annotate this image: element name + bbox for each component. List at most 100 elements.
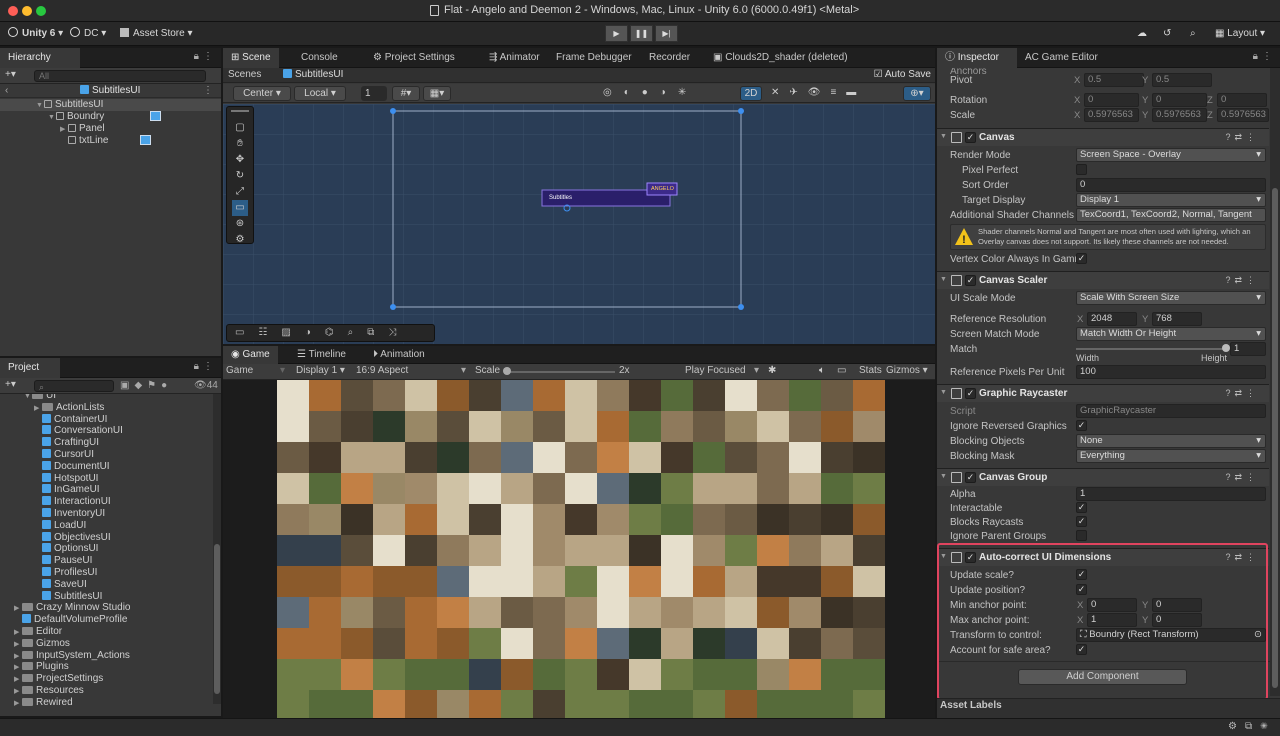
project-asset[interactable]: DocumentUI — [0, 460, 110, 473]
asset-store-menu[interactable]: Asset Store ▾ — [120, 26, 193, 42]
scene-tab[interactable]: ▣ Clouds2D_shader (deleted) — [705, 48, 856, 68]
cloud-icon[interactable]: ☁ — [1137, 26, 1147, 42]
render-mode-icons[interactable]: ◎◐●◑✳ — [603, 87, 698, 98]
inspector-scrollbar[interactable] — [1270, 68, 1280, 696]
game-tab[interactable]: ◉ Game — [223, 346, 278, 364]
layout-menu[interactable]: ▦ Layout ▾ — [1215, 26, 1265, 42]
project-asset[interactable]: LoadUI — [0, 519, 86, 532]
project-more-icon[interactable]: ⋮ — [203, 361, 213, 372]
ignore-parent-groups-checkbox[interactable] — [1076, 530, 1087, 541]
audio-icon[interactable]: 🔈︎ — [819, 365, 825, 376]
corner-handle-tl[interactable] — [390, 108, 396, 114]
auto-save-toggle[interactable]: ☑ Auto Save — [874, 69, 931, 80]
project-search-input[interactable]: ⌕ — [34, 380, 114, 392]
unity-account-menu[interactable]: Unity 6 ▾ — [8, 26, 63, 42]
project-asset[interactable]: SubtitlesUI — [0, 590, 102, 603]
play-focused-dropdown[interactable]: Play Focused — [685, 365, 746, 376]
scene-tab[interactable]: ⊞ Scene — [223, 48, 279, 68]
inspector-lock-icon[interactable]: 🔒︎ — [1253, 51, 1258, 62]
canvas-group-enabled-checkbox[interactable]: ✓ — [965, 472, 976, 483]
tab-inspector[interactable]: ⓘ Inspector — [937, 48, 1017, 68]
scene-tab[interactable]: ⇶ Animator — [481, 48, 548, 68]
match-slider[interactable] — [1076, 344, 1230, 352]
rotation-x-field[interactable]: 0 — [1084, 93, 1139, 107]
blocks-raycasts-checkbox[interactable]: ✓ — [1076, 516, 1087, 527]
aspect-dropdown[interactable]: 16:9 Aspect — [356, 365, 408, 376]
scale-y-field[interactable]: 0.5976563 — [1152, 108, 1207, 122]
lock-icon[interactable]: 🔒︎ — [194, 51, 199, 62]
canvas-enabled-checkbox[interactable]: ✓ — [965, 132, 976, 143]
interactable-checkbox[interactable]: ✓ — [1076, 502, 1087, 513]
raycaster-fold-arrow-icon[interactable]: ▼ — [940, 389, 947, 396]
minimize-window-button[interactable] — [22, 6, 32, 16]
rotation-y-field[interactable]: 0 — [1152, 93, 1207, 107]
gizmos-dropdown[interactable]: ⊕▾ — [903, 86, 931, 101]
pixel-perfect-checkbox[interactable] — [1076, 164, 1087, 175]
project-asset[interactable]: CursorUI — [0, 449, 94, 461]
scene-viewport[interactable]: Subtitles ANGELO ▢ ✋︎ ✥ ↻ ⤢ ▭ ⊛ ⚙︎ ▭☷▨◑⌬⌕⧉⤨ — [223, 104, 935, 344]
inspector-scroll-thumb[interactable] — [1272, 188, 1278, 688]
project-root-item[interactable]: DefaultVolumeProfile — [0, 614, 127, 626]
project-root-item[interactable]: ▶ InputSystem_Actions — [0, 650, 130, 662]
scale-slider[interactable] — [503, 367, 615, 375]
ignore-reversed-checkbox[interactable]: ✓ — [1076, 420, 1087, 431]
corner-handle-tr[interactable] — [738, 108, 744, 114]
pause-button[interactable]: ❚❚ — [630, 25, 653, 42]
project-asset[interactable]: ContainerUI — [0, 413, 107, 426]
project-asset[interactable]: CraftingUI — [0, 437, 99, 449]
stats-button[interactable]: Stats — [859, 365, 882, 376]
hierarchy-item[interactable]: ▶ Panel — [0, 123, 221, 135]
overlay-toolbar[interactable]: ▭☷▨◑⌬⌕⧉⤨ — [226, 324, 435, 342]
tab-hierarchy[interactable]: Hierarchy — [0, 48, 80, 68]
grid-size-field[interactable]: 1 — [361, 86, 387, 101]
grid-snap-icon[interactable]: #▾ — [392, 86, 420, 101]
scale-z-field[interactable]: 0.5976563 — [1217, 108, 1269, 122]
project-root-item[interactable]: ▶ ProjectSettings — [0, 673, 103, 685]
component-menu-icons[interactable]: ?⇄⋮ — [1225, 132, 1259, 143]
rotation-z-field[interactable]: 0 — [1217, 93, 1267, 107]
grid-visibility-icon[interactable]: ▦▾ — [423, 86, 451, 101]
scale-x-field[interactable]: 0.5976563 — [1084, 108, 1139, 122]
project-folder[interactable]: ▼ UI — [0, 394, 56, 402]
corner-handle-bl[interactable] — [390, 304, 396, 310]
project-folder[interactable]: ▶ ActionLists — [0, 402, 104, 414]
ref-res-x-field[interactable]: 2048 — [1087, 312, 1137, 326]
project-asset[interactable]: ProfilesUI — [0, 567, 97, 579]
tab-project[interactable]: Project — [0, 358, 60, 378]
game-tab[interactable]: ☰ Timeline — [289, 346, 354, 364]
filter-icons[interactable]: ▣◆⚑● — [120, 380, 172, 391]
bug-icon[interactable]: ✱ — [768, 365, 776, 376]
project-root-item[interactable]: ▶ Rewired — [0, 697, 73, 709]
scene-tab[interactable]: Console — [293, 48, 346, 68]
pivot-y-field[interactable]: 0.5 — [1152, 73, 1212, 87]
space-local-dropdown[interactable]: Local ▾ — [294, 86, 346, 101]
project-asset[interactable]: InventoryUI — [0, 508, 105, 520]
project-asset[interactable]: PauseUI — [0, 555, 92, 567]
view-dropdown[interactable]: Game — [226, 365, 253, 376]
render-mode-dropdown[interactable]: Screen Space - Overlay ▾ — [1076, 148, 1266, 162]
project-asset[interactable]: InteractionUI — [0, 496, 111, 508]
inspector-more-icon[interactable]: ⋮ — [1262, 51, 1272, 62]
add-icon[interactable]: +▾ — [5, 69, 16, 80]
blocking-objects-dropdown[interactable]: None ▾ — [1076, 434, 1266, 448]
corner-handle-br[interactable] — [738, 304, 744, 310]
tool-buttons[interactable]: ▢ ✋︎ ✥ ↻ ⤢ ▭ ⊛ ⚙︎ — [231, 120, 249, 248]
canvas-component-header[interactable]: ▼ ✓ Canvas ?⇄⋮ — [937, 128, 1269, 146]
screen-match-mode-dropdown[interactable]: Match Width Or Height ▾ — [1076, 327, 1266, 341]
project-root-item[interactable]: ▶ Editor — [0, 626, 62, 638]
pivot-x-field[interactable]: 0.5 — [1084, 73, 1144, 87]
hierarchy-item[interactable]: ▼ Boundry — [0, 111, 221, 123]
more-icon[interactable]: ⋮ — [203, 51, 213, 62]
project-scroll-thumb[interactable] — [214, 544, 220, 694]
project-asset[interactable]: InGameUI — [0, 484, 100, 496]
project-asset[interactable]: SaveUI — [0, 578, 87, 591]
search-icon[interactable]: ⌕ — [1190, 26, 1196, 42]
game-tab[interactable]: ⏵ Animation — [365, 346, 433, 364]
gizmos-button[interactable]: Gizmos ▾ — [886, 365, 928, 376]
hierarchy-search-input[interactable] — [34, 70, 206, 82]
scenes-breadcrumb[interactable]: Scenes — [228, 69, 261, 80]
scene-tab[interactable]: ⚙︎ Project Settings — [365, 48, 463, 68]
hierarchy-item[interactable]: txtLine — [0, 135, 221, 147]
scene-more-icon[interactable]: ⋮ — [203, 85, 213, 96]
project-root-item[interactable]: ▶ Resources — [0, 685, 84, 697]
